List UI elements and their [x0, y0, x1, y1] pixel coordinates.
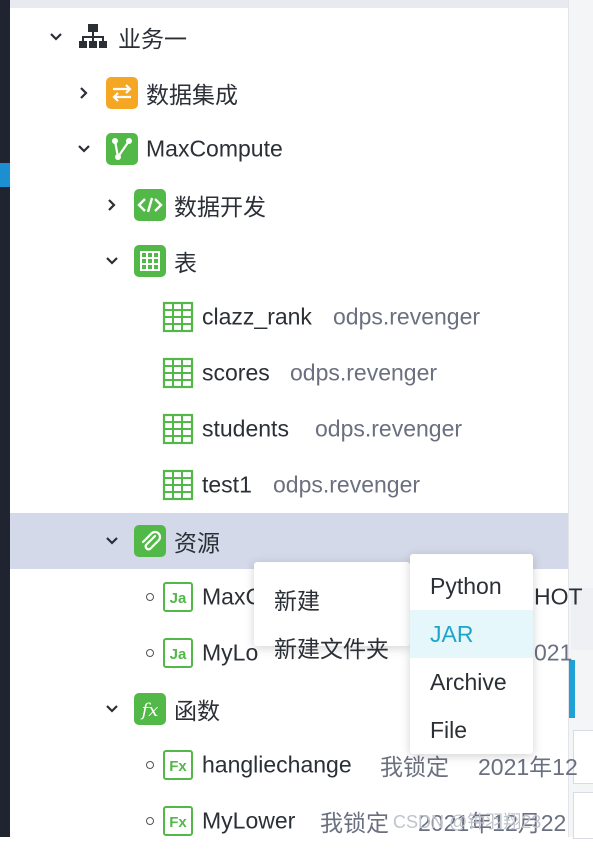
- watermark: CSDN @钟羽翔23: [393, 812, 542, 832]
- table-icon: [162, 469, 194, 501]
- tree-node-data-integration[interactable]: 数据集成: [10, 65, 568, 121]
- tree-node-label: 函数: [174, 698, 220, 724]
- function-name: MyLower: [202, 807, 296, 834]
- context-menu: 新建 新建文件夹: [254, 562, 410, 662]
- bullet-icon: [146, 593, 154, 601]
- chevron-right-icon[interactable]: [104, 197, 120, 213]
- chevron-down-icon[interactable]: [104, 533, 120, 549]
- tree-node-label: MaxCompute: [146, 135, 283, 162]
- table-item[interactable]: students odps.revenger: [10, 401, 568, 457]
- top-strip: [10, 0, 568, 8]
- submenu-new: Python JAR Archive File: [410, 554, 533, 754]
- tree-node-business[interactable]: 业务一: [10, 9, 568, 65]
- submenu-item-jar[interactable]: JAR: [410, 610, 533, 658]
- tree-node-maxcompute[interactable]: MaxCompute: [10, 121, 568, 177]
- maxcompute-icon: [106, 133, 138, 165]
- tree-node-label: 数据集成: [146, 82, 238, 108]
- right-panel-field[interactable]: [573, 792, 593, 839]
- submenu-item-python[interactable]: Python: [410, 562, 533, 610]
- bullet-icon: [146, 649, 154, 657]
- table-folder-icon: [134, 245, 166, 277]
- tree-node-label: 数据开发: [174, 194, 266, 220]
- table-icon: [162, 413, 194, 445]
- jar-resource-icon: Ja: [162, 581, 194, 613]
- jar-badge-text: Ja: [170, 646, 187, 663]
- table-owner: odps.revenger: [290, 359, 438, 386]
- resource-suffix: 021: [534, 639, 573, 666]
- resource-name: MyLo: [202, 639, 259, 666]
- left-edge-tab[interactable]: [0, 163, 10, 187]
- paperclip-icon: [134, 525, 166, 557]
- chevron-down-icon[interactable]: [76, 141, 92, 157]
- bullet-icon: [146, 761, 154, 769]
- table-owner: odps.revenger: [315, 415, 463, 442]
- function-item-badge: Fx: [169, 814, 187, 831]
- table-icon: [162, 357, 194, 389]
- function-icon: Fx: [162, 805, 194, 837]
- right-panel-accent: [569, 660, 575, 718]
- submenu-item-file[interactable]: File: [410, 706, 533, 754]
- table-name: students: [202, 415, 289, 442]
- menu-item-new[interactable]: 新建: [274, 582, 320, 616]
- chevron-right-icon[interactable]: [76, 85, 92, 101]
- table-item[interactable]: test1 odps.revenger: [10, 457, 568, 513]
- table-owner: odps.revenger: [273, 471, 421, 498]
- table-name: clazz_rank: [202, 303, 312, 330]
- menu-item-new-folder[interactable]: 新建文件夹: [274, 630, 389, 664]
- tree-node-label: 业务一: [118, 26, 187, 52]
- function-folder-icon: fx: [134, 693, 166, 725]
- tree-node-label: 资源: [174, 530, 220, 556]
- jar-resource-icon: Ja: [162, 637, 194, 669]
- tree-node-tables-folder[interactable]: 表: [10, 233, 568, 289]
- tree-node-data-dev[interactable]: 数据开发: [10, 177, 568, 233]
- code-icon: [134, 189, 166, 221]
- function-name: hangliechange: [202, 751, 352, 778]
- tree-node-label: 表: [174, 250, 197, 276]
- table-icon: [162, 301, 194, 333]
- function-badge-text: fx: [140, 700, 159, 721]
- function-icon: Fx: [162, 749, 194, 781]
- org-chart-icon: [77, 21, 109, 53]
- left-edge-panel: [0, 0, 10, 837]
- data-integration-icon: [106, 77, 138, 109]
- table-name: scores: [202, 359, 270, 386]
- bullet-icon: [146, 817, 154, 825]
- jar-badge-text: Ja: [170, 590, 187, 607]
- chevron-down-icon[interactable]: [104, 253, 120, 269]
- resource-suffix: HOT: [534, 583, 583, 610]
- chevron-down-icon[interactable]: [48, 29, 64, 45]
- table-name: test1: [202, 471, 252, 498]
- table-owner: odps.revenger: [333, 303, 481, 330]
- lock-status: 我锁定: [320, 810, 389, 836]
- submenu-item-archive[interactable]: Archive: [410, 658, 533, 706]
- table-item[interactable]: scores odps.revenger: [10, 345, 568, 401]
- table-item[interactable]: clazz_rank odps.revenger: [10, 289, 568, 345]
- right-side-panel: [568, 0, 593, 839]
- chevron-down-icon[interactable]: [104, 701, 120, 717]
- function-item-badge: Fx: [169, 758, 187, 775]
